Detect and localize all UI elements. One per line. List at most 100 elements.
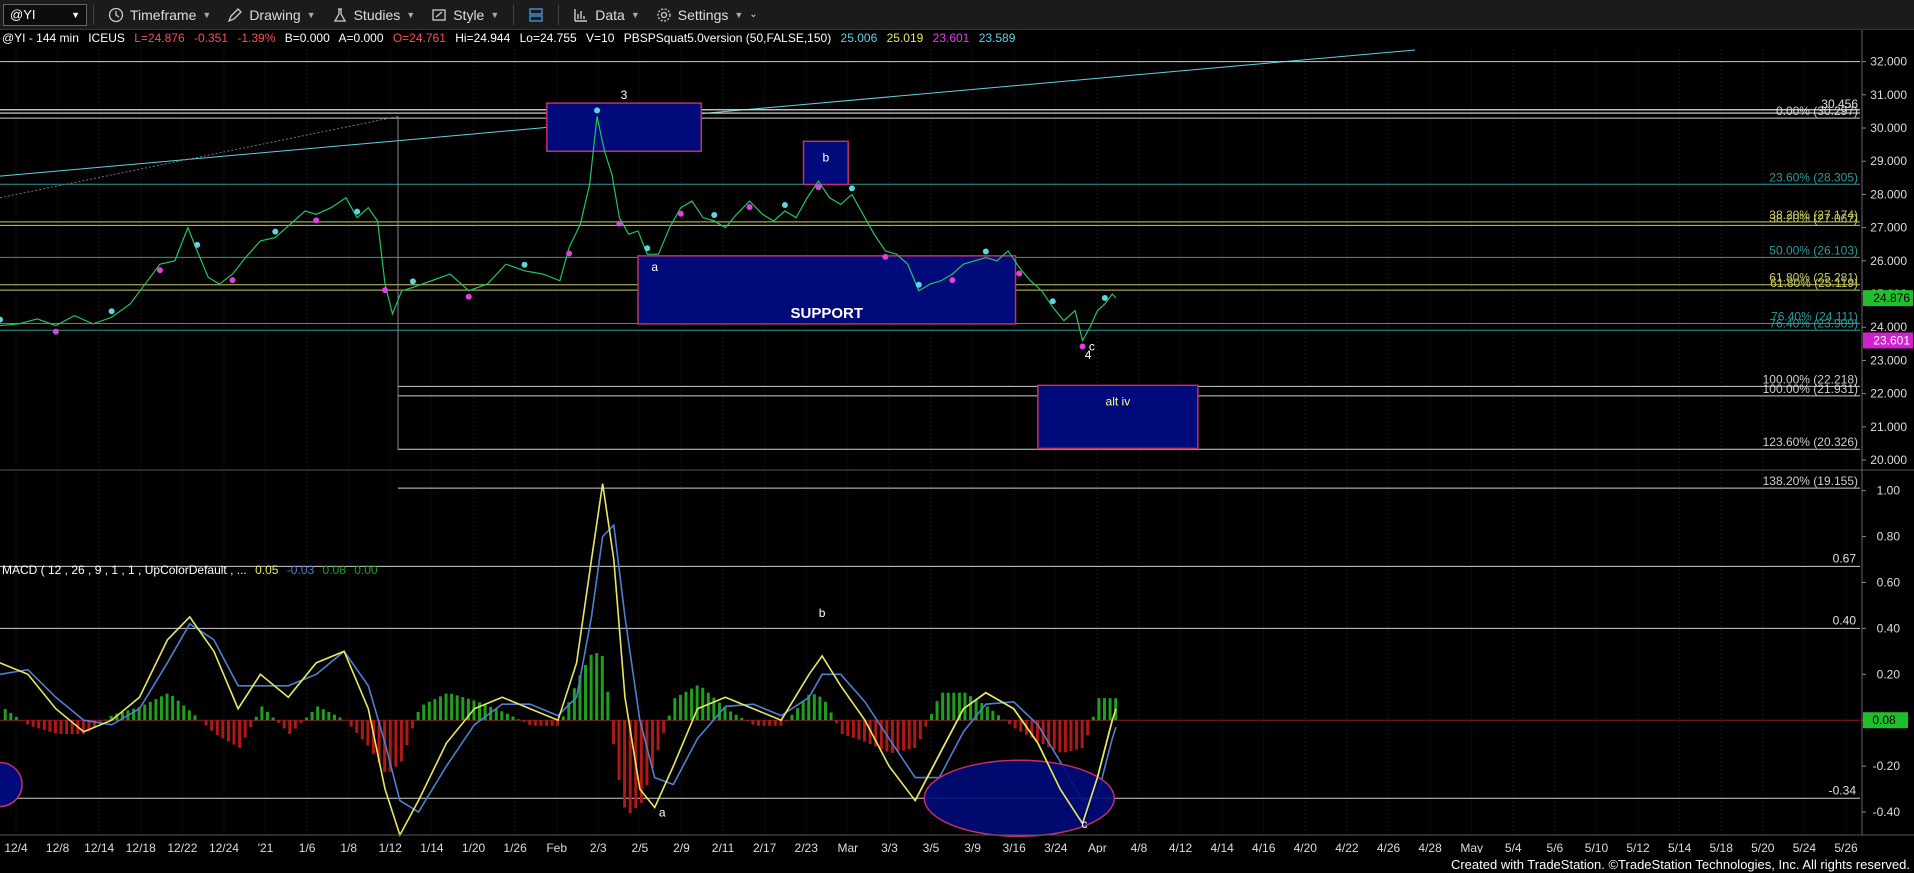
macd-histogram-bar — [784, 720, 788, 722]
macd-histogram-bar — [896, 720, 900, 752]
macd-histogram-bar — [210, 720, 214, 731]
time-tick-label: 5/24 — [1793, 841, 1817, 853]
time-tick-label: '21 — [258, 841, 274, 853]
macd-histogram-bar — [517, 719, 521, 721]
macd-tick-label: 1.00 — [1877, 484, 1901, 498]
time-tick-label: 2/5 — [632, 841, 649, 853]
time-tick-label: 4/20 — [1294, 841, 1318, 853]
macd-histogram-bar — [611, 720, 615, 745]
info-low: Lo=24.755 — [519, 31, 577, 45]
macd-histogram-bar — [918, 720, 922, 740]
macd-histogram-bar — [316, 706, 320, 721]
macd-histogram-bar — [332, 714, 336, 721]
price-tick-label: 28.000 — [1870, 187, 1907, 201]
macd-histogram-bar — [600, 655, 604, 721]
time-tick-label: 2/17 — [753, 841, 777, 853]
signal-dot — [52, 328, 59, 335]
price-info-bar: @YI - 144 min ICEUS L=24.876 -0.351 -1.3… — [2, 31, 1021, 45]
macd-histogram-bar — [3, 709, 7, 721]
macd-histogram-bar — [550, 720, 554, 726]
info-high: Hi=24.944 — [455, 31, 511, 45]
price-tick-label: 32.000 — [1870, 55, 1907, 69]
chart-canvas[interactable]: 0.00% (30.297)23.60% (28.305)38.20% (27.… — [0, 30, 1914, 853]
macd-histogram-bar — [796, 708, 800, 721]
macd-histogram-bar — [941, 692, 945, 721]
layout-button[interactable] — [520, 3, 552, 27]
price-tick-label: 27.000 — [1870, 221, 1907, 235]
time-tick-label: 3/9 — [964, 841, 981, 853]
macd-histogram-bar — [757, 720, 761, 726]
macd-wave-label: a — [659, 806, 666, 820]
fib-level-label: 138.20% (19.155) — [1763, 474, 1858, 488]
style-button[interactable]: Style ▼ — [423, 3, 507, 27]
fib-level-label: 100.00% (21.931) — [1763, 382, 1858, 396]
macd-histogram-bar — [48, 720, 52, 732]
settings-label: Settings — [677, 6, 729, 23]
overflow-icon[interactable]: ⌄ — [749, 9, 757, 20]
chevron-down-icon: ▼ — [406, 9, 416, 20]
gear-icon — [657, 7, 671, 22]
macd-histogram-bar — [455, 695, 459, 721]
price-tick-label: 26.000 — [1870, 254, 1907, 268]
macd-histogram-bar — [461, 697, 465, 721]
macd-histogram-bar — [656, 720, 660, 751]
time-tick-label: 5/6 — [1547, 841, 1564, 853]
macd-histogram-bar — [952, 692, 956, 721]
time-tick-label: 4/12 — [1169, 841, 1193, 853]
settings-button[interactable]: Settings ▼ ⌄ — [648, 3, 766, 27]
macd-histogram-bar — [215, 720, 219, 736]
macd-histogram-bar — [723, 707, 727, 721]
macd-tick-label: 0.40 — [1877, 621, 1901, 635]
macd-histogram-bar — [829, 712, 833, 721]
macd-histogram-bar — [690, 688, 694, 721]
studies-button[interactable]: Studies ▼ — [324, 3, 424, 27]
toolbar-separator — [558, 4, 560, 25]
macd-histogram-bar — [438, 696, 442, 721]
macd-histogram-bar — [773, 720, 777, 726]
macd-v4: 0.00 — [354, 563, 378, 577]
wave-label: 4 — [1085, 348, 1092, 362]
macd-histogram-bar — [985, 706, 989, 721]
timeframe-button[interactable]: Timeframe ▼ — [100, 3, 219, 27]
macd-histogram-bar — [277, 720, 281, 723]
time-tick-label: 5/10 — [1585, 841, 1609, 853]
signal-dot — [781, 202, 788, 209]
macd-histogram-bar — [673, 698, 677, 721]
data-button[interactable]: Data ▼ — [565, 3, 648, 27]
macd-axis: 1.000.800.600.400.200.00-0.20-0.400.08 — [1862, 484, 1908, 819]
macd-histogram-bar — [53, 720, 57, 734]
last-price-badge: 24.876 — [1873, 291, 1910, 305]
macd-tick-label: -0.20 — [1873, 759, 1901, 773]
info-symbol: @YI - 144 min — [2, 31, 79, 45]
signal-dot — [194, 241, 201, 248]
time-tick-label: 3/5 — [923, 841, 940, 853]
signal-dot — [815, 184, 822, 191]
macd-histogram-bar — [500, 711, 504, 721]
wave-box-label: 3 — [621, 88, 628, 102]
macd-histogram-bar — [193, 715, 197, 721]
symbol-value: @YI — [10, 7, 36, 22]
macd-histogram-bar — [651, 720, 654, 768]
time-tick-label: 4/8 — [1131, 841, 1148, 853]
macd-histogram-bar — [282, 720, 286, 729]
info-open: O=24.761 — [392, 31, 446, 45]
studies-label: Studies — [353, 6, 401, 23]
footer-credit: Created with TradeStation. ©TradeStation… — [1450, 857, 1910, 872]
macd-series: b a c — [0, 483, 1118, 838]
time-tick-label: 5/4 — [1505, 841, 1522, 853]
macd-histogram-bar — [204, 720, 208, 726]
macd-histogram-bar — [310, 711, 314, 721]
time-tick-label: 12/18 — [126, 841, 156, 853]
macd-histogram-bar — [221, 720, 225, 739]
macd-histogram-bar — [1086, 720, 1090, 736]
drawing-button[interactable]: Drawing ▼ — [219, 3, 323, 27]
macd-histogram-bar — [422, 704, 426, 721]
signal-dot — [354, 208, 361, 215]
signal-dot — [1049, 298, 1056, 305]
chevron-down-icon: ▼ — [630, 9, 640, 20]
time-tick-label: May — [1460, 841, 1483, 853]
time-tick-label: 5/26 — [1834, 841, 1858, 853]
time-tick-label: 12/24 — [209, 841, 239, 853]
symbol-selector[interactable]: @YI ▼ — [3, 3, 87, 26]
signal-dot — [108, 308, 115, 315]
